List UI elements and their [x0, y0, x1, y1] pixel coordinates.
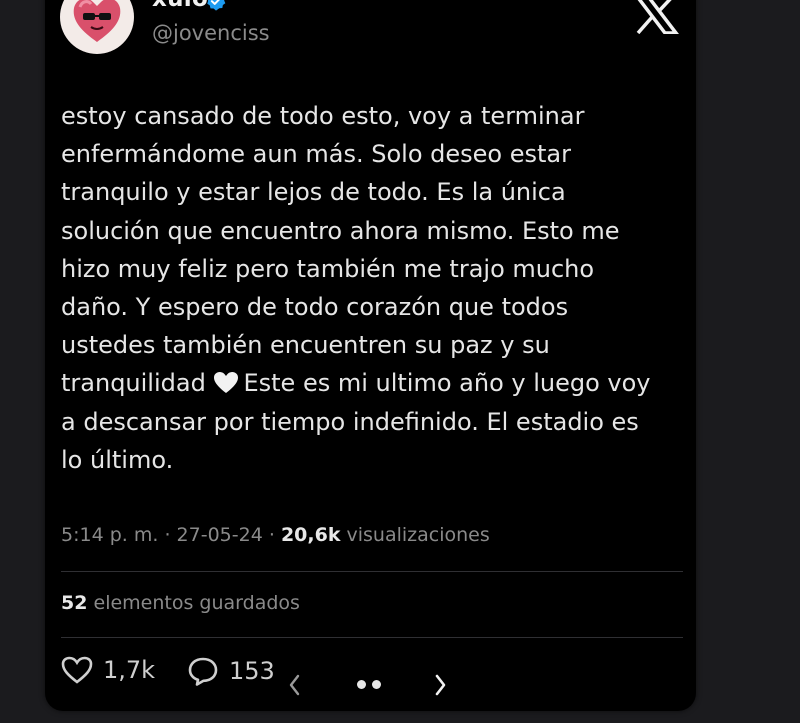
- tweet-line: ustedes también encuentren su paz y su: [61, 331, 550, 360]
- meta-separator: ·: [268, 524, 275, 546]
- bookmarks-count: 52: [61, 592, 88, 614]
- chevron-right-icon[interactable]: [432, 672, 450, 698]
- tweet-fragment: Este es mi ultimo año y luego voy: [243, 369, 651, 398]
- tweet-meta: 5:14 p. m. · 27-05-24 · 20,6k visualizac…: [61, 524, 490, 546]
- reply-bubble-icon: [188, 657, 218, 686]
- tweet-line: enfermándome aun más. Solo deseo estar: [61, 140, 571, 169]
- author-name[interactable]: xulo: [152, 0, 208, 12]
- meta-separator: ·: [164, 524, 171, 546]
- views-label: visualizaciones: [346, 524, 490, 546]
- views-count: 20,6k: [280, 524, 341, 546]
- tweet-line: solución que encuentro ahora mismo. Esto…: [61, 216, 620, 245]
- bookmarks-stat[interactable]: 52 elementos guardados: [61, 592, 300, 614]
- tweet-date[interactable]: 27-05-24: [177, 524, 263, 546]
- author-handle[interactable]: @jovenciss: [152, 21, 270, 45]
- reply-button[interactable]: 153: [187, 656, 275, 686]
- verified-badge-icon: [207, 0, 226, 11]
- pager-dot[interactable]: [372, 680, 381, 689]
- tweet-line: hizo muy feliz pero también me trajo muc…: [61, 254, 595, 283]
- tweet-fragment: tranquilidad: [61, 369, 206, 398]
- tweet-line: estoy cansado de todo esto, voy a termin…: [61, 102, 585, 130]
- like-button[interactable]: 1,7k: [61, 656, 155, 684]
- tweet-time[interactable]: 5:14 p. m.: [61, 524, 158, 546]
- like-count: 1,7k: [103, 656, 156, 684]
- tweet-text: estoy cansado de todo esto, voy a termin…: [61, 97, 681, 479]
- tweet-line: tranquilo y estar lejos de todo. Es la ú…: [61, 178, 566, 207]
- x-logo-icon[interactable]: [632, 0, 680, 34]
- divider: [61, 571, 683, 572]
- tweet-line: daño. Y espero de todo corazón que todos: [61, 293, 569, 322]
- bookmarks-label: elementos guardados: [93, 592, 300, 614]
- pager-dot[interactable]: [357, 680, 366, 689]
- white-heart-emoji: [214, 372, 239, 394]
- tweet-line-with-heart: tranquilidad Este es mi ultimo año y lue…: [61, 364, 681, 402]
- tweet-line: a descansar por tiempo indefinido. El es…: [61, 407, 639, 436]
- chevron-left-icon[interactable]: [285, 672, 303, 698]
- divider: [61, 637, 683, 638]
- tweet-line: lo último.: [61, 445, 174, 474]
- like-heart-icon: [61, 656, 93, 684]
- reply-count: 153: [229, 657, 275, 685]
